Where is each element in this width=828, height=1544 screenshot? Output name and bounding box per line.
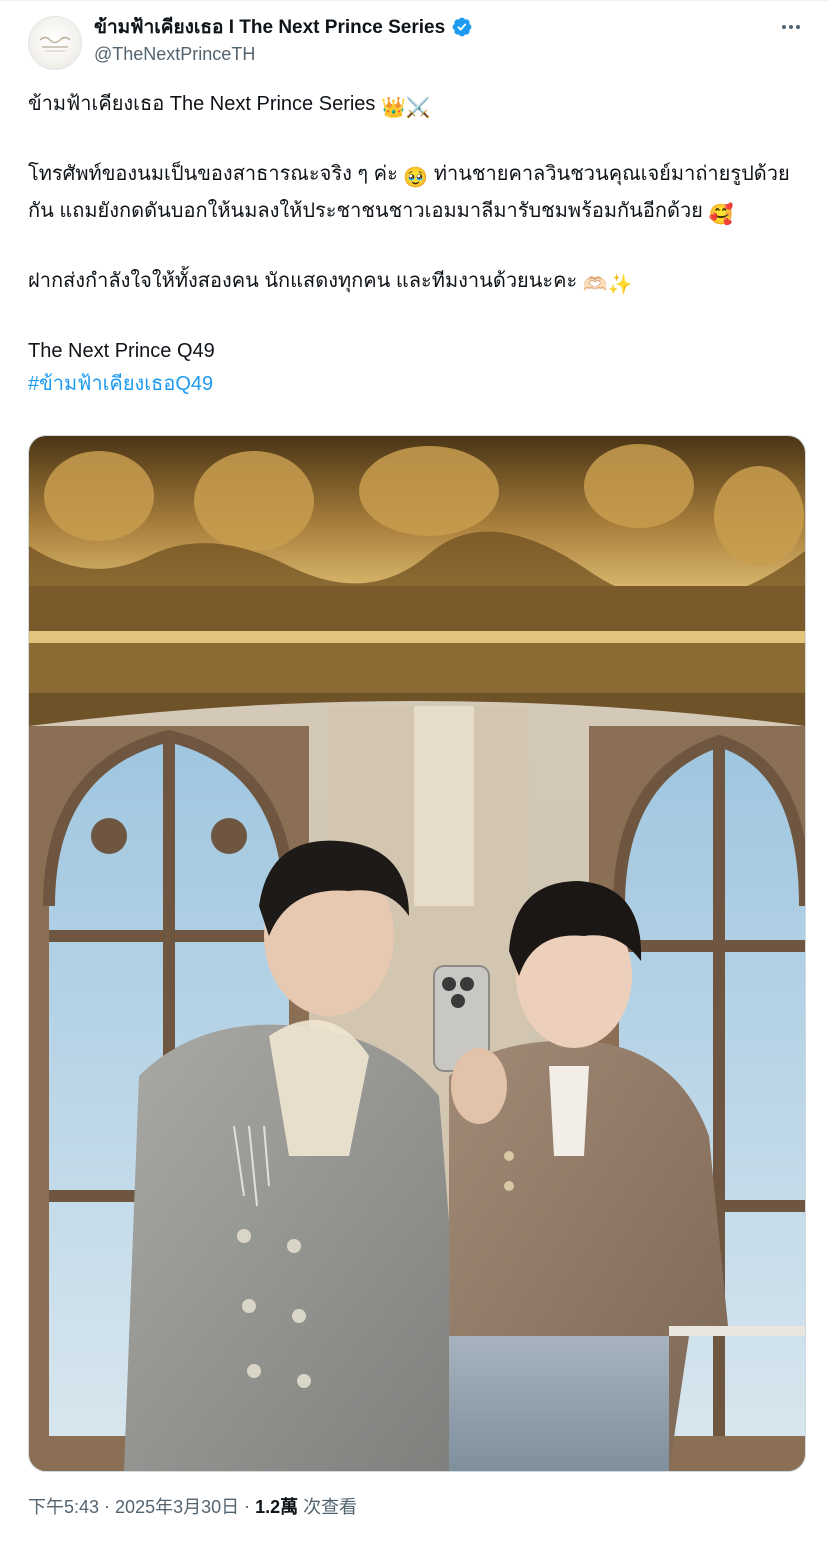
smiling-face-hearts-emoji-icon: 🥰 — [708, 204, 734, 226]
views-count: 1.2萬 — [255, 1497, 299, 1517]
meta-separator: · — [104, 1495, 111, 1516]
more-dot — [796, 25, 800, 29]
tweet-photo[interactable] — [28, 435, 806, 1472]
tweet-paragraph-4: The Next Prince Q49 — [28, 340, 215, 362]
tweet-hashtag-line: #ข้ามฟ้าเคียงเธอQ49 — [28, 368, 803, 401]
author-name-row[interactable]: ข้ามฟ้าเคียงเธอ I The Next Prince Series — [94, 14, 473, 40]
tweet-paragraph-3: ฝากส่งกำลังใจให้ทั้งสองคน นักแสดงทุกคน แ… — [28, 265, 803, 302]
crown-emoji-icon: 👑 — [380, 97, 406, 119]
tweet-text-segment: โทรศัพท์ของนมเป็นของสาธารณะจริง ๆ ค่ะ — [28, 163, 404, 185]
heart-hands-emoji-icon: 🫶🏻 — [582, 274, 608, 296]
tweet-date[interactable]: 2025年3月30日 — [115, 1493, 239, 1519]
meta-separator: · — [244, 1495, 251, 1516]
tweet-paragraph-2: โทรศัพท์ของนมเป็นของสาธารณะจริง ๆ ค่ะ 🥹 … — [28, 158, 803, 232]
verified-badge-icon[interactable] — [451, 16, 473, 38]
views-label: 次查看 — [303, 1497, 358, 1517]
author-handle[interactable]: @TheNextPrinceTH — [94, 44, 255, 65]
more-dot — [789, 25, 793, 29]
crossed-swords-emoji-icon: ⚔️ — [405, 97, 431, 119]
tweet-text-segment: ข้ามฟ้าเคียงเธอ The Next Prince Series — [28, 93, 381, 115]
photo-illustration — [29, 436, 805, 1471]
the-next-prince-logo-icon — [39, 36, 71, 52]
tweet-time[interactable]: 下午5:43 — [28, 1493, 99, 1519]
tweet-metadata: 下午5:43 · 2025年3月30日 · 1.2萬 次查看 — [28, 1493, 357, 1519]
pleading-face-emoji-icon: 🥹 — [403, 167, 429, 189]
tweet-line-1: ข้ามฟ้าเคียงเธอ The Next Prince Series 👑… — [28, 88, 803, 125]
tweet-text: ข้ามฟ้าเคียงเธอ The Next Prince Series 👑… — [28, 88, 803, 401]
hashtag-link[interactable]: #ข้ามฟ้าเคียงเธอQ49 — [28, 373, 213, 395]
tweet-detail: ข้ามฟ้าเคียงเธอ I The Next Prince Series… — [0, 0, 828, 1544]
display-name[interactable]: ข้ามฟ้าเคียงเธอ I The Next Prince Series — [94, 12, 445, 42]
more-horizontal-icon — [782, 25, 786, 29]
sparkles-emoji-icon: ✨ — [607, 274, 633, 296]
avatar[interactable] — [28, 16, 82, 70]
divider — [0, 0, 828, 1]
more-options-button[interactable] — [774, 16, 808, 38]
tweet-text-segment: ฝากส่งกำลังใจให้ทั้งสองคน นักแสดงทุกคน แ… — [28, 270, 583, 292]
